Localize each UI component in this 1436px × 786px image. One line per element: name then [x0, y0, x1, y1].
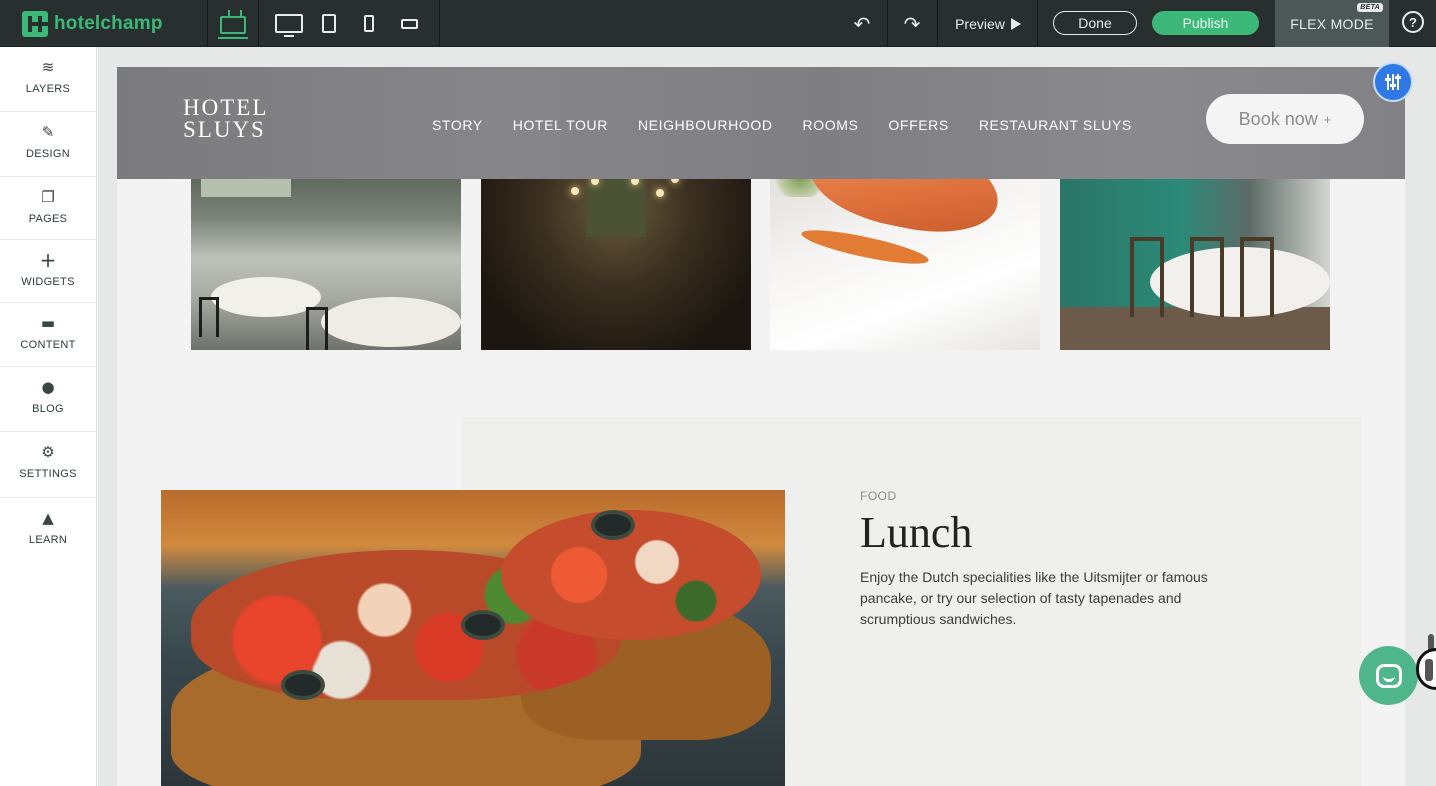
hotelchamp-logo[interactable]: hotelchamp [0, 0, 208, 47]
sidebar-item-label: LEARN [28, 534, 68, 546]
sidebar-item-learn[interactable]: ▲ LEARN [0, 508, 96, 563]
editor-toolbar: hotelchamp ↶ ↷ Preview Done Publish FLEX… [0, 0, 1436, 47]
section-description: Enjoy the Dutch specialities like the Ui… [860, 569, 1208, 627]
lunch-text-block: FOOD Lunch Enjoy the Dutch specialities … [860, 489, 1260, 630]
redo-button[interactable]: ↷ [888, 0, 936, 47]
lunch-image-bruschetta[interactable] [161, 490, 785, 786]
preview-button[interactable]: Preview [938, 0, 1038, 47]
olive-shape [461, 610, 505, 640]
redo-icon: ↷ [903, 11, 921, 36]
sidebar-item-label: PAGES [28, 213, 68, 225]
logo-mark-icon [22, 10, 48, 37]
chair-shape [306, 307, 328, 350]
flex-settings-handle[interactable] [1373, 62, 1413, 102]
flex-mode-toggle[interactable]: FLEX MODE BETA [1275, 0, 1389, 47]
lamp-shape [656, 189, 664, 197]
sidebar-item-label: CONTENT [20, 339, 76, 351]
desktop-icon [275, 14, 303, 37]
slider-icon [1395, 74, 1401, 90]
home-icon [218, 15, 248, 39]
tablet-icon [322, 14, 336, 33]
mobile-landscape-view-button[interactable] [394, 0, 424, 47]
brand-line-1: HOTEL [183, 95, 269, 120]
preview-label: Preview [955, 15, 1005, 32]
site-header[interactable]: HOTEL SLUYS STORY HOTEL TOUR NEIGHBOURHO… [117, 67, 1405, 179]
mobile-landscape-icon [400, 18, 418, 29]
table-shape [211, 277, 321, 317]
nav-rooms[interactable]: ROOMS [803, 117, 859, 133]
brush-icon: ✎ [41, 123, 55, 141]
editor-sidebar: ≋ LAYERS ✎ DESIGN ❐ PAGES + WIDGETS ▬ CO… [0, 47, 97, 786]
done-button[interactable]: Done [1053, 11, 1137, 35]
brand-line-2: SLUYS [183, 117, 266, 142]
chair-shape [1240, 237, 1274, 317]
desktop-view-button[interactable] [268, 0, 310, 47]
chat-bubble-icon: ● [41, 378, 55, 396]
website-preview: HOTEL SLUYS STORY HOTEL TOUR NEIGHBOURHO… [117, 67, 1405, 786]
beta-badge: BETA [1357, 3, 1383, 12]
editor-canvas: HOTEL SLUYS STORY HOTEL TOUR NEIGHBOURHO… [98, 47, 1436, 786]
publish-button[interactable]: Publish [1152, 11, 1259, 35]
lamp-shape [571, 187, 579, 195]
divider [258, 0, 259, 47]
sidebar-item-layers[interactable]: ≋ LAYERS [0, 57, 96, 112]
mobile-icon [364, 15, 374, 32]
sidebar-item-label: DESIGN [26, 148, 70, 160]
tablet-view-button[interactable] [314, 0, 344, 47]
mobile-view-button[interactable] [356, 0, 382, 47]
folder-icon: ▬ [40, 314, 56, 332]
hotel-sluys-logo[interactable]: HOTEL SLUYS [183, 95, 269, 142]
divider [1037, 0, 1038, 47]
nav-hotel-tour[interactable]: HOTEL TOUR [513, 117, 608, 133]
table-shape [321, 297, 461, 347]
plus-icon: + [39, 248, 57, 272]
chat-icon [1375, 663, 1402, 688]
layers-icon: ≋ [41, 58, 55, 76]
sidebar-item-label: WIDGETS [21, 276, 75, 288]
sidebar-item-settings[interactable]: ⚙ SETTINGS [0, 442, 96, 498]
nav-story[interactable]: STORY [432, 117, 483, 133]
nav-offers[interactable]: OFFERS [888, 117, 948, 133]
sidebar-item-pages[interactable]: ❐ PAGES [0, 187, 96, 240]
sauce-shape [799, 223, 931, 271]
slider-icon [1390, 74, 1396, 90]
play-icon [1010, 17, 1021, 30]
olive-shape [591, 510, 635, 540]
book-now-label: Book now [1238, 108, 1318, 129]
section-eyebrow: FOOD [860, 489, 897, 503]
plus-icon: + [1323, 111, 1332, 127]
chat-launcher-button[interactable] [1359, 646, 1418, 705]
olive-shape [281, 670, 325, 700]
book-now-button[interactable]: Book now + [1206, 94, 1364, 144]
sidebar-item-content[interactable]: ▬ CONTENT [0, 313, 96, 367]
sidebar-item-label: LAYERS [25, 83, 71, 95]
nav-restaurant-sluys[interactable]: RESTAURANT SLUYS [979, 117, 1132, 133]
undo-icon: ↶ [853, 11, 871, 36]
sidebar-item-widgets[interactable]: + WIDGETS [0, 248, 96, 303]
undo-button[interactable]: ↶ [838, 0, 886, 47]
graduation-cap-icon: ▲ [42, 509, 54, 527]
sidebar-item-design[interactable]: ✎ DESIGN [0, 122, 96, 177]
pages-icon: ❐ [41, 188, 55, 206]
slider-icon [1385, 74, 1391, 90]
gear-icon: ⚙ [41, 443, 55, 461]
chair-shape [1190, 237, 1224, 317]
sidebar-item-blog[interactable]: ● BLOG [0, 377, 96, 432]
divider [439, 0, 440, 47]
nav-neighbourhood[interactable]: NEIGHBOURHOOD [638, 117, 773, 133]
logo-text: hotelchamp [54, 12, 163, 34]
help-icon[interactable]: ? [1402, 11, 1424, 33]
chair-shape [1130, 237, 1164, 317]
sidebar-item-label: BLOG [32, 403, 64, 415]
chair-shape [199, 297, 219, 337]
sidebar-item-label: SETTINGS [19, 468, 77, 480]
home-device-button[interactable] [208, 0, 258, 47]
main-nav: STORY HOTEL TOUR NEIGHBOURHOOD ROOMS OFF… [432, 117, 1132, 133]
section-title: Lunch [860, 508, 973, 557]
flex-mode-label: FLEX MODE [1290, 15, 1374, 32]
